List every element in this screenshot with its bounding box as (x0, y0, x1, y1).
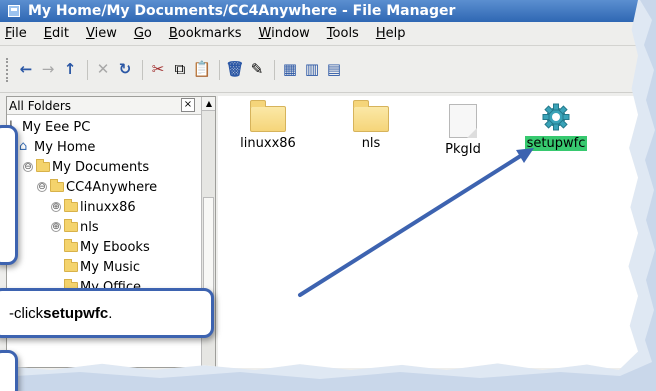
screenshot-canvas: My Home/My Documents/CC4Anywhere - File … (0, 0, 656, 391)
callout-box-left (0, 125, 18, 265)
instruction-callout: -click setupwfc. (0, 288, 214, 338)
callout-box-bottom (0, 350, 18, 391)
callout-suffix: . (108, 304, 113, 322)
callout-prefix: -click (9, 304, 44, 322)
callout-bold: setupwfc (43, 304, 109, 322)
